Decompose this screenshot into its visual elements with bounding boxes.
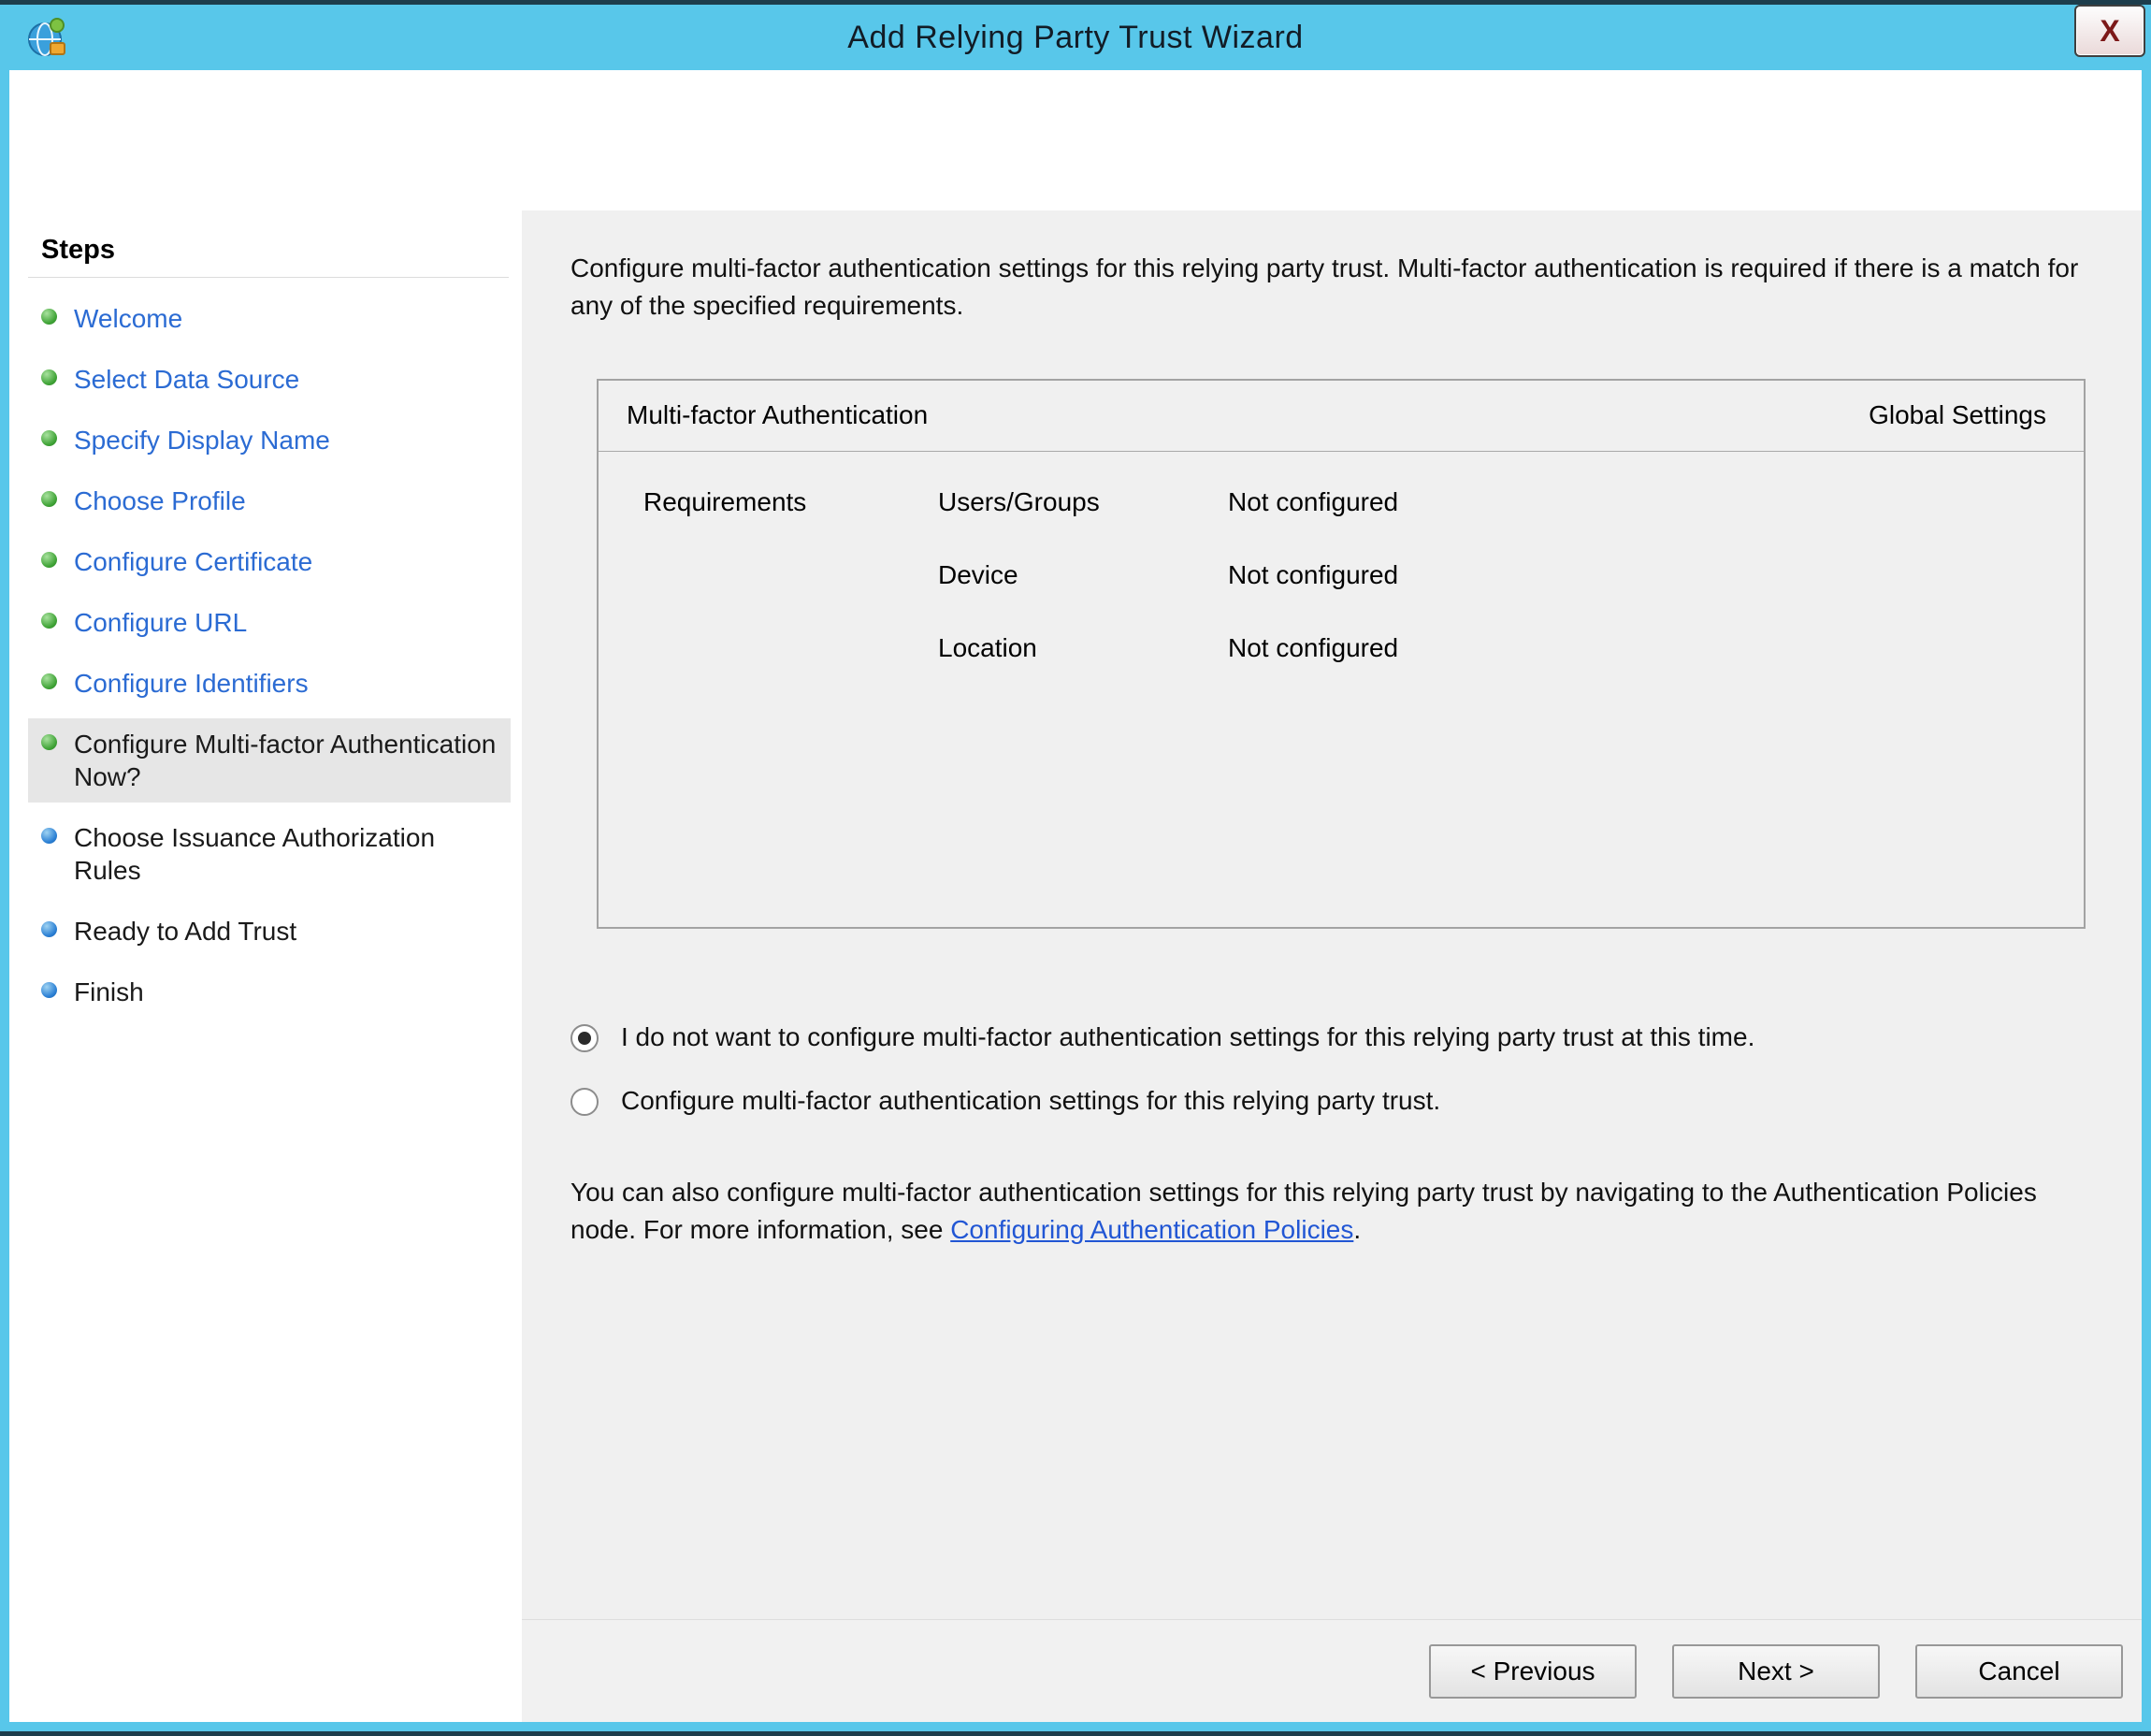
requirement-value: Not configured <box>1228 560 2084 590</box>
step-upcoming-icon <box>41 828 57 844</box>
sidebar-step-ready-to-add-trust: Ready to Add Trust <box>28 905 511 957</box>
mfa-settings-panel: Multi-factor Authentication Global Setti… <box>597 379 2086 929</box>
step-label: Select Data Source <box>74 363 299 396</box>
radio-selected-icon[interactable] <box>570 1024 599 1052</box>
mfa-panel-body: Requirements Users/Groups Not configured… <box>599 452 2084 663</box>
main-column: Configure multi-factor authentication se… <box>522 210 2142 1722</box>
next-button[interactable]: Next > <box>1672 1644 1880 1699</box>
step-upcoming-icon <box>41 921 57 937</box>
step-label: Configure Identifiers <box>74 667 309 700</box>
sidebar-step-configure-certificate: Configure Certificate <box>28 536 511 587</box>
requirements-label: Requirements <box>643 487 938 517</box>
step-current-icon <box>41 734 57 750</box>
window-body: Steps Welcome Select Data Source Specify… <box>9 70 2142 1722</box>
close-button[interactable]: X <box>2074 5 2145 57</box>
previous-button[interactable]: < Previous <box>1429 1644 1637 1699</box>
content-area: Steps Welcome Select Data Source Specify… <box>9 210 2142 1722</box>
wizard-window: Add Relying Party Trust Wizard X Steps W… <box>0 0 2151 1736</box>
option-label: I do not want to configure multi-factor … <box>621 1022 1754 1052</box>
mfa-panel-title: Multi-factor Authentication <box>627 400 928 430</box>
step-done-icon <box>41 673 57 689</box>
sidebar-step-select-data-source: Select Data Source <box>28 354 511 405</box>
option-do-not-configure-mfa[interactable]: I do not want to configure multi-factor … <box>570 1022 2100 1052</box>
window-title: Add Relying Party Trust Wizard <box>9 20 2142 56</box>
sidebar-step-finish: Finish <box>28 966 511 1018</box>
sidebar-divider <box>28 277 509 278</box>
global-settings-label: Global Settings <box>1869 400 2046 430</box>
step-done-icon <box>41 491 57 507</box>
wizard-icon <box>22 14 69 61</box>
option-configure-mfa[interactable]: Configure multi-factor authentication se… <box>570 1086 2100 1116</box>
option-label: Configure multi-factor authentication se… <box>621 1086 1440 1116</box>
step-label: Choose Profile <box>74 485 246 517</box>
requirement-value: Not configured <box>1228 633 2084 663</box>
sidebar-step-configure-identifiers: Configure Identifiers <box>28 658 511 709</box>
requirement-value: Not configured <box>1228 487 2084 517</box>
step-label: Welcome <box>74 302 182 335</box>
title-bar: Add Relying Party Trust Wizard X <box>9 5 2142 70</box>
main-panel: Configure multi-factor authentication se… <box>522 210 2142 1619</box>
sidebar-step-choose-profile: Choose Profile <box>28 475 511 527</box>
cancel-button[interactable]: Cancel <box>1915 1644 2123 1699</box>
step-label: Choose Issuance Authorization Rules <box>74 821 501 887</box>
step-upcoming-icon <box>41 982 57 998</box>
configuring-authentication-policies-link[interactable]: Configuring Authentication Policies <box>950 1215 1353 1244</box>
step-label: Configure Certificate <box>74 545 312 578</box>
intro-text: Configure multi-factor authentication se… <box>570 250 2100 325</box>
wizard-button-bar: < Previous Next > Cancel <box>522 1619 2142 1722</box>
step-label: Configure URL <box>74 606 247 639</box>
sidebar-step-specify-display-name: Specify Display Name <box>28 414 511 466</box>
requirement-name: Users/Groups <box>938 487 1228 517</box>
mfa-options-group: I do not want to configure multi-factor … <box>570 1022 2100 1116</box>
footer-text-after: . <box>1353 1215 1361 1244</box>
footer-note: You can also configure multi-factor auth… <box>570 1174 2100 1250</box>
sidebar-step-configure-mfa-now: Configure Multi-factor Authentication No… <box>28 718 511 803</box>
radio-unselected-icon[interactable] <box>570 1088 599 1116</box>
steps-heading: Steps <box>41 235 522 266</box>
sidebar-step-choose-issuance-authorization-rules: Choose Issuance Authorization Rules <box>28 812 511 896</box>
header-band <box>9 70 2142 210</box>
step-label: Finish <box>74 976 144 1008</box>
step-done-icon <box>41 309 57 325</box>
step-label: Specify Display Name <box>74 424 330 456</box>
requirement-name: Location <box>938 633 1228 663</box>
sidebar-step-configure-url: Configure URL <box>28 597 511 648</box>
sidebar-step-welcome: Welcome <box>28 293 511 344</box>
step-label: Ready to Add Trust <box>74 915 296 948</box>
step-done-icon <box>41 552 57 568</box>
step-label: Configure Multi-factor Authentication No… <box>74 728 501 793</box>
mfa-panel-header: Multi-factor Authentication Global Setti… <box>599 381 2084 452</box>
step-done-icon <box>41 613 57 629</box>
step-done-icon <box>41 369 57 385</box>
step-done-icon <box>41 430 57 446</box>
steps-sidebar: Steps Welcome Select Data Source Specify… <box>9 210 522 1722</box>
requirement-name: Device <box>938 560 1228 590</box>
